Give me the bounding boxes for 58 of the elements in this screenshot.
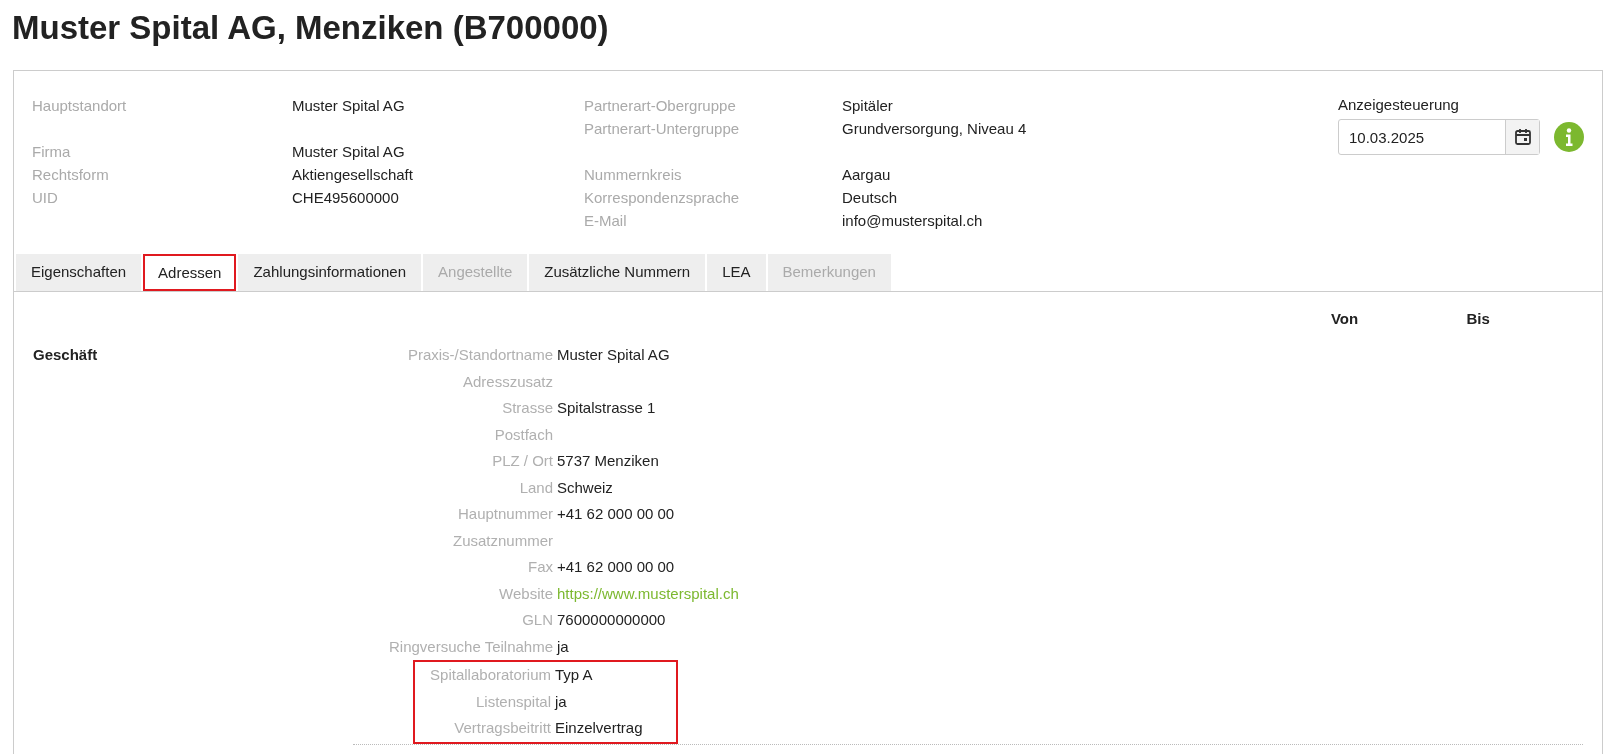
field-value: +41 62 000 00 00 — [557, 557, 675, 577]
field-value: info@musterspital.ch — [842, 211, 983, 232]
field-value: Schweiz — [557, 477, 613, 498]
field-value: Grundversorgung, Niveau 4 — [842, 119, 1027, 140]
field-value: +41 62 000 00 00 — [557, 504, 675, 524]
field-label: Land — [518, 477, 554, 498]
field-value: 5737 Menziken — [557, 451, 659, 471]
field-label: Korrespondenzsprache — [584, 188, 741, 209]
field-value: Spitäler — [842, 96, 893, 117]
date-field[interactable]: 10.03.2025 — [1338, 119, 1540, 155]
field-value: Spitalstrasse 1 — [557, 398, 656, 418]
date-input[interactable]: 10.03.2025 — [1339, 120, 1505, 154]
field-value: Aargau — [842, 165, 891, 186]
field-label: Strasse — [501, 398, 554, 418]
field-label: Partnerart-Untergruppe — [584, 119, 741, 140]
field-label: Hauptnummer — [456, 504, 554, 524]
field-value: 7600000000000 — [557, 610, 666, 630]
tab[interactable]: Zahlungsinformationen — [238, 254, 422, 291]
field-value: Aktiengesellschaft — [292, 165, 413, 186]
field-label: PLZ / Ort — [491, 451, 554, 471]
column-header: Von — [1330, 309, 1360, 322]
field-label: Adresszusatz — [461, 371, 554, 392]
field-value: Muster Spital AG — [292, 96, 405, 117]
field-value: Muster Spital AG — [557, 345, 670, 365]
field-value: ja — [555, 691, 567, 712]
tab[interactable]: Eigenschaften — [16, 254, 142, 291]
field-label: Praxis-/Standortname — [406, 345, 554, 365]
field-value: Muster Spital AG — [292, 142, 405, 163]
field-label: Firma — [32, 142, 72, 163]
field-label: Ringversuche Teilnahme — [388, 636, 554, 657]
field-label: Vertragsbeitritt — [453, 718, 552, 738]
field-label: E-Mail — [584, 211, 628, 232]
field-value: Typ A — [555, 665, 593, 685]
calendar-icon — [1513, 128, 1532, 146]
page-title: Muster Spital AG, Menziken (B700000) — [12, 8, 610, 48]
tab[interactable]: Zusätzliche Nummern — [529, 254, 706, 291]
field-label: Fax — [527, 557, 554, 577]
field-label: Spitallaboratorium — [429, 665, 552, 685]
display-control-label: Anzeigesteuerung — [1338, 95, 1460, 115]
tab[interactable]: Adressen — [143, 254, 237, 291]
column-header: Bis — [1466, 309, 1491, 322]
field-label: Partnerart-Obergruppe — [584, 96, 737, 117]
field-value: ja — [557, 636, 569, 657]
field-label: UID — [32, 188, 59, 209]
section-title: Geschäft — [32, 345, 99, 365]
field-label: Zusatznummer — [451, 530, 554, 551]
field-label: GLN — [521, 610, 554, 630]
field-label: Postfach — [493, 424, 554, 445]
tab[interactable]: LEA — [707, 254, 766, 291]
calendar-button[interactable] — [1505, 120, 1539, 154]
field-value: Deutsch — [842, 188, 898, 209]
field-label: Hauptstandort — [32, 96, 128, 117]
field-label: Rechtsform — [32, 165, 110, 186]
field-label: Website — [498, 583, 554, 604]
field-label: Listenspital — [474, 691, 552, 712]
field-value: CHE495600000 — [292, 188, 399, 209]
field-label: Nummernkreis — [584, 165, 683, 186]
field-value: Einzelvertrag — [555, 718, 643, 738]
